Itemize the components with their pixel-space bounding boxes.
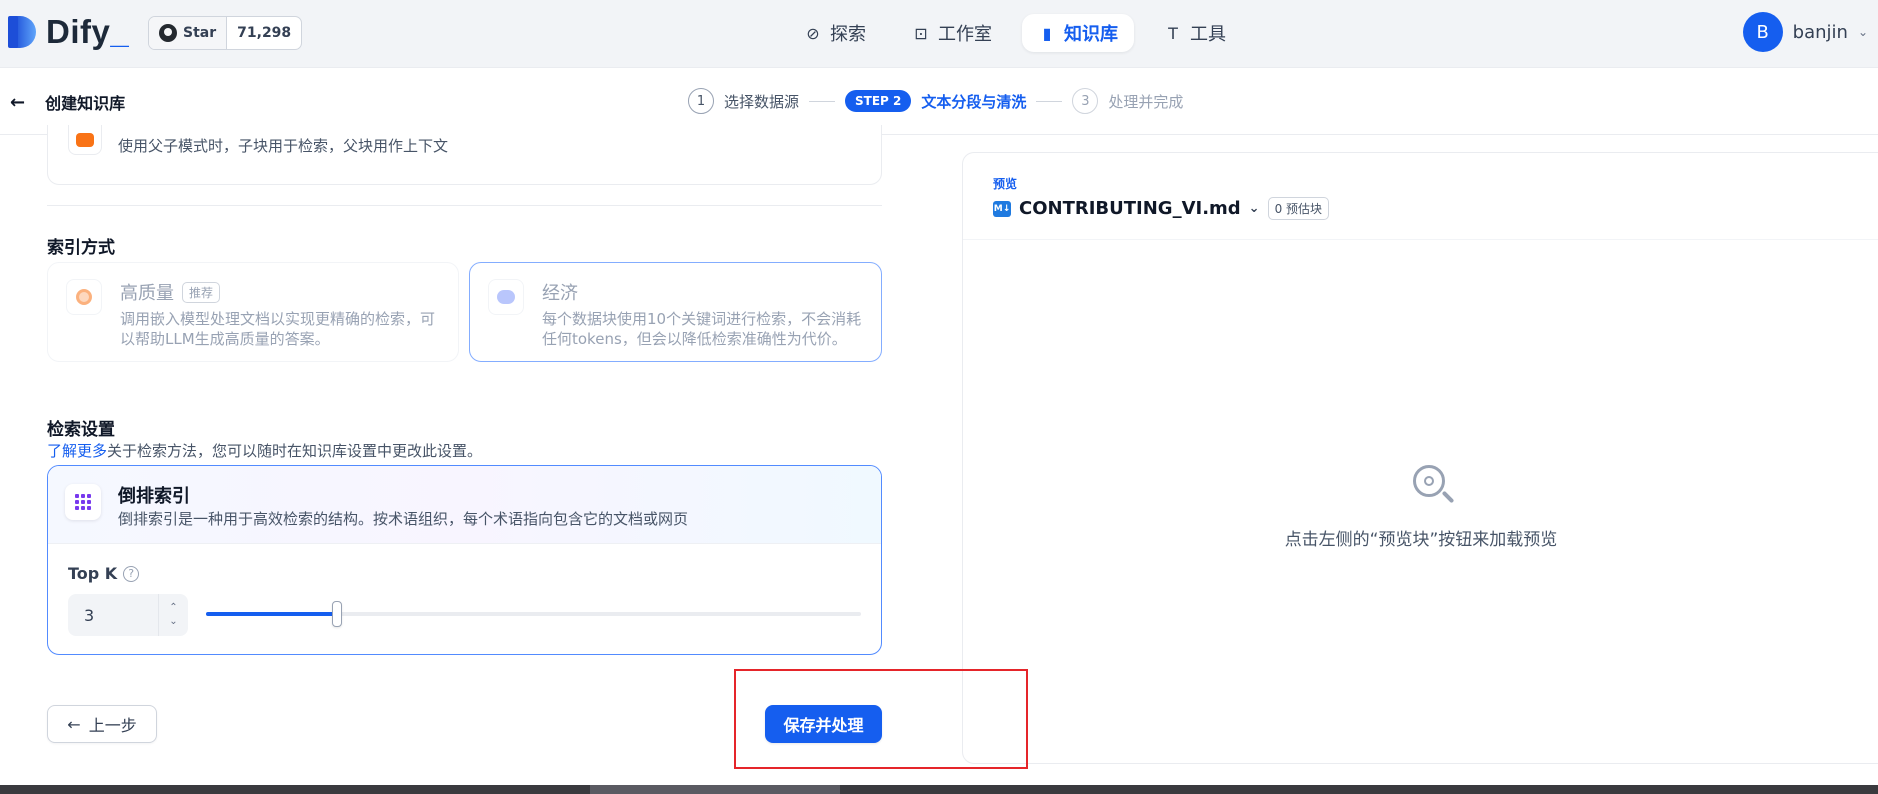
retrieval-help: 了解更多关于检索方法，您可以随时在知识库设置中更改此设置。 xyxy=(47,440,482,461)
search-preview-icon xyxy=(1411,463,1455,507)
chevron-down-icon: ⌄ xyxy=(1248,201,1260,216)
inverted-index-title: 倒排索引 xyxy=(118,486,190,507)
chevron-down-icon: ⌄ xyxy=(1857,25,1868,39)
back-button[interactable]: ← 创建知识库 xyxy=(10,90,125,114)
stepper: 1 选择数据源 STEP 2 文本分段与清洗 3 处理并完成 xyxy=(688,88,1183,114)
option-desc: 每个数据块使用10个关键词进行检索，不会消耗任何tokens，但会以降低检索准确… xyxy=(542,310,862,348)
top-k-value[interactable]: 3 xyxy=(68,606,158,625)
top-k-stepper[interactable]: 3 ⌃ ⌄ xyxy=(68,594,188,636)
step-1-label: 选择数据源 xyxy=(724,92,800,111)
option-desc: 调用嵌入模型处理文档以实现更精确的检索，可以帮助LLM生成高质量的答案。 xyxy=(120,310,436,348)
step-2-pill: STEP 2 xyxy=(845,90,912,112)
retrieval-settings-title: 检索设置 xyxy=(47,420,115,440)
previous-step-label: 上一步 xyxy=(88,716,137,735)
inverted-index-card[interactable]: 倒排索引 倒排索引是一种用于高效检索的结构。按术语组织，每个术语指向包含它的文档… xyxy=(47,465,882,655)
step-3-number: 3 xyxy=(1072,88,1099,114)
github-star-button[interactable]: Star 71,298 xyxy=(148,16,303,50)
nav-tab-knowledge[interactable]: ▮ 知识库 xyxy=(1022,14,1134,52)
nav-tab-explore[interactable]: ⊘ 探索 xyxy=(788,14,882,52)
segmentation-settings-panel: 使用父子模式时，子块用于检索，父块用作上下文 索引方式 高质量 推荐 调用嵌入模… xyxy=(0,125,960,785)
piggy-bank-icon xyxy=(497,290,515,304)
logo-text: Dify xyxy=(46,13,111,50)
nav-tab-label: 工作室 xyxy=(938,24,992,45)
option-title: 经济 xyxy=(542,283,578,304)
step-3-label: 处理并完成 xyxy=(1108,92,1184,111)
retrieval-help-text: 关于检索方法，您可以随时在知识库设置中更改此设置。 xyxy=(107,442,483,460)
save-and-process-button[interactable]: 保存并处理 xyxy=(765,705,882,743)
learn-more-link[interactable]: 了解更多 xyxy=(47,442,107,460)
parent-child-icon xyxy=(76,132,94,147)
estimated-chunks-badge: 0 预估块 xyxy=(1267,197,1330,220)
github-icon xyxy=(159,24,177,42)
markdown-file-icon: M↓ xyxy=(993,200,1011,217)
arrow-left-icon: ← xyxy=(10,91,26,113)
user-menu[interactable]: B banjin ⌄ xyxy=(1742,12,1868,52)
github-star-label: Star xyxy=(183,25,217,41)
dify-logo-mark-icon xyxy=(8,12,40,52)
inverted-index-desc: 倒排索引是一种用于高效检索的结构。按术语组织，每个术语指向包含它的文档或网页 xyxy=(118,510,689,528)
divider xyxy=(47,205,882,206)
book-icon: ▮ xyxy=(1042,23,1052,43)
nav-tab-tools[interactable]: T 工具 xyxy=(1148,14,1242,52)
os-taskbar xyxy=(0,785,1878,794)
preview-file-name: CONTRIBUTING_VI.md xyxy=(1019,198,1241,219)
index-option-high-quality[interactable]: 高质量 推荐 调用嵌入模型处理文档以实现更精确的检索，可以帮助LLM生成高质量的… xyxy=(47,262,459,362)
top-k-label: Top K xyxy=(68,564,118,583)
slider-thumb[interactable] xyxy=(332,601,342,627)
top-k-slider[interactable] xyxy=(206,601,861,627)
parent-child-mode-card[interactable]: 使用父子模式时，子块用于检索，父块用作上下文 xyxy=(47,125,882,185)
top-navigation: Dify_ Star 71,298 ⊘ 探索 ⊡ 工作室 ▮ 知识库 T 工具 … xyxy=(0,0,1878,67)
avatar: B xyxy=(1742,12,1783,52)
page-title: 创建知识库 xyxy=(45,94,126,113)
nav-tab-studio[interactable]: ⊡ 工作室 xyxy=(896,14,1008,52)
preview-file-selector[interactable]: M↓ CONTRIBUTING_VI.md ⌄ 0 预估块 xyxy=(993,197,1330,220)
nav-tab-label: 工具 xyxy=(1190,24,1226,45)
hammer-icon: T xyxy=(1168,23,1178,43)
dify-logo[interactable]: Dify_ xyxy=(8,12,129,52)
slider-fill xyxy=(206,612,337,616)
robot-icon: ⊡ xyxy=(914,23,928,43)
index-option-economy[interactable]: 经济 每个数据块使用10个关键词进行检索，不会消耗任何tokens，但会以降低检… xyxy=(469,262,882,362)
grid-icon xyxy=(75,494,91,510)
github-star-count: 71,298 xyxy=(237,25,292,41)
arrow-left-icon: ← xyxy=(67,714,81,734)
parent-child-desc: 使用父子模式时，子块用于检索，父块用作上下文 xyxy=(118,137,449,155)
nav-tab-label: 探索 xyxy=(830,24,866,45)
index-method-title: 索引方式 xyxy=(47,238,115,258)
preview-label: 预览 xyxy=(993,177,1018,191)
high-quality-icon xyxy=(76,289,92,305)
compass-icon: ⊘ xyxy=(806,23,820,43)
increment-icon[interactable]: ⌃ xyxy=(169,601,177,615)
step-2-label: 文本分段与清洗 xyxy=(921,92,1027,111)
taskbar-window[interactable] xyxy=(590,785,840,794)
recommended-badge: 推荐 xyxy=(182,281,221,303)
option-title: 高质量 xyxy=(120,283,174,304)
user-name: banjin xyxy=(1792,21,1848,43)
preview-panel: 预览 M↓ CONTRIBUTING_VI.md ⌄ 0 预估块 点击左侧的“预… xyxy=(962,152,1878,764)
decrement-icon[interactable]: ⌄ xyxy=(169,615,177,629)
previous-step-button[interactable]: ← 上一步 xyxy=(47,705,157,743)
nav-tab-label: 知识库 xyxy=(1064,24,1118,45)
question-icon[interactable]: ? xyxy=(123,565,140,582)
main-nav-tabs: ⊘ 探索 ⊡ 工作室 ▮ 知识库 T 工具 xyxy=(788,14,1242,52)
preview-empty-text: 点击左侧的“预览块”按钮来加载预览 xyxy=(1284,530,1558,550)
step-1-number: 1 xyxy=(688,88,714,114)
